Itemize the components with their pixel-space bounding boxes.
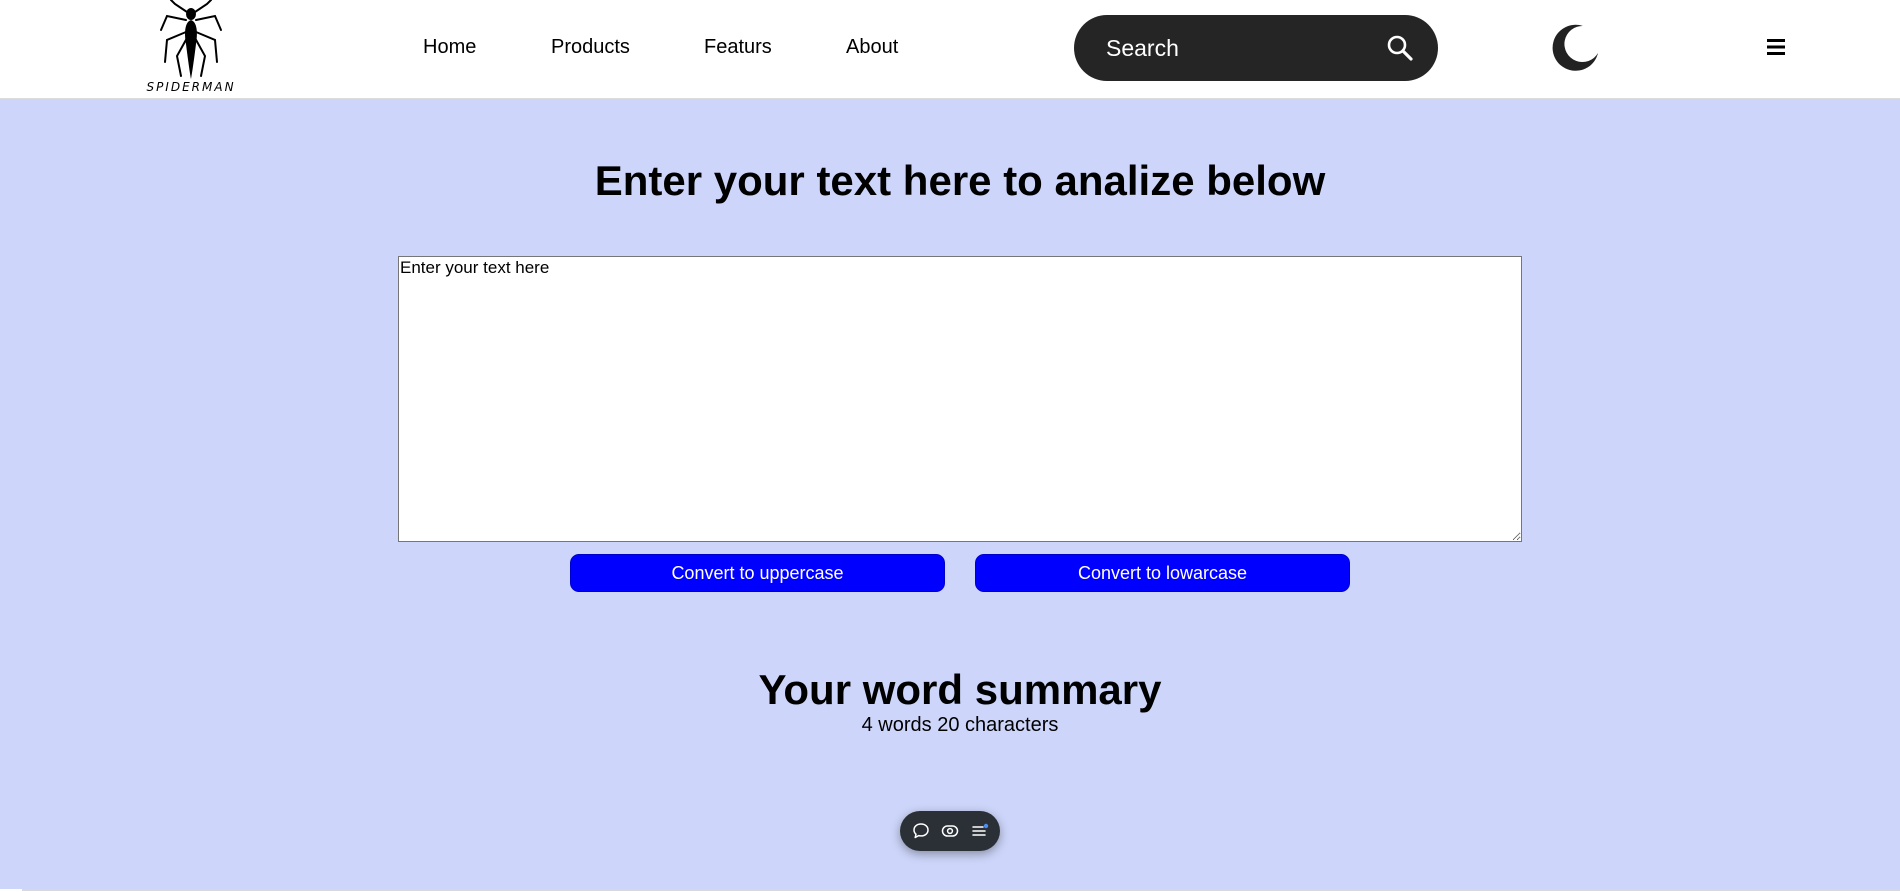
text-input-area[interactable] (398, 256, 1522, 542)
search-input[interactable] (1106, 29, 1366, 67)
logo[interactable]: SPIDERMAN (132, 0, 250, 96)
nav-products-link[interactable]: Products (551, 36, 630, 59)
navbar: SPIDERMAN Home Products Featurs About (0, 0, 1900, 99)
floating-toolbar (900, 811, 1000, 851)
chat-bubble-icon[interactable] (912, 822, 930, 840)
eye-toggle-icon[interactable] (941, 822, 959, 840)
convert-uppercase-button[interactable]: Convert to uppercase (570, 554, 945, 592)
summary-text: 4 words 20 characters (861, 714, 1059, 736)
spider-icon (160, 0, 222, 79)
page-title: Enter your text here to analize below (594, 157, 1326, 204)
logo-text: SPIDERMAN (146, 80, 236, 94)
convert-lowercase-button[interactable]: Convert to lowarcase (975, 554, 1350, 592)
main-content: Enter your text here to analize below Co… (0, 99, 1900, 889)
search-box (1074, 15, 1438, 81)
list-menu-icon[interactable] (971, 822, 989, 840)
nav-featurs-link[interactable]: Featurs (704, 36, 772, 59)
summary-title: Your word summary (758, 666, 1162, 713)
nav-home-link[interactable]: Home (423, 36, 476, 59)
nav-about-link[interactable]: About (846, 36, 898, 59)
bottom-divider (22, 889, 1900, 891)
moon-icon[interactable] (1549, 23, 1601, 75)
hamburger-menu-icon[interactable] (1767, 39, 1785, 55)
search-icon[interactable] (1386, 34, 1414, 62)
